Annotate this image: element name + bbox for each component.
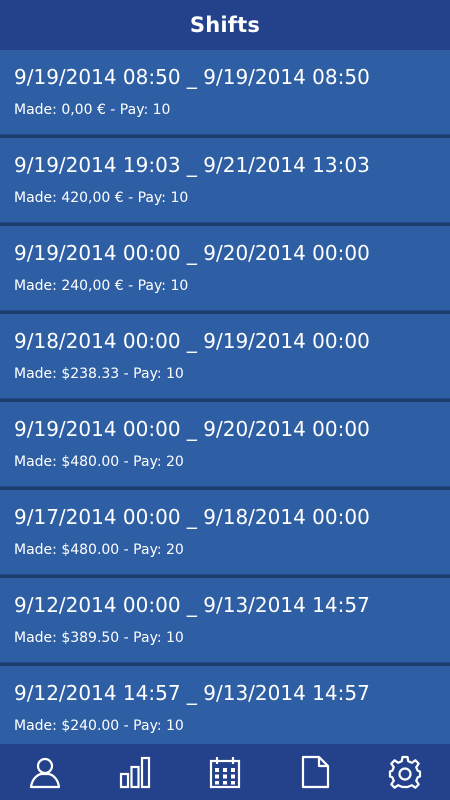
tab-calendar[interactable]: [195, 744, 255, 800]
shift-range: 9/19/2014 19:03 _ 9/21/2014 13:03: [14, 153, 370, 177]
bottom-tab-bar: [0, 744, 450, 800]
list-item[interactable]: 9/18/2014 00:00 _ 9/19/2014 00:00 Made: …: [0, 314, 450, 399]
shift-range: 9/19/2014 08:50 _ 9/19/2014 08:50: [14, 65, 370, 89]
shift-earnings: Made: 420,00 € - Pay: 10: [14, 190, 189, 206]
tab-stats[interactable]: [105, 744, 165, 800]
list-item[interactable]: 9/19/2014 19:03 _ 9/21/2014 13:03 Made: …: [0, 138, 450, 223]
shift-earnings: Made: $480.00 - Pay: 20: [14, 454, 184, 470]
list-item[interactable]: 9/17/2014 00:00 _ 9/18/2014 00:00 Made: …: [0, 490, 450, 575]
app-header: Shifts: [0, 0, 450, 50]
list-item[interactable]: 9/19/2014 00:00 _ 9/20/2014 00:00 Made: …: [0, 402, 450, 487]
shift-earnings: Made: $240.00 - Pay: 10: [14, 718, 184, 734]
shift-range: 9/18/2014 00:00 _ 9/19/2014 00:00: [14, 329, 370, 353]
shift-range: 9/19/2014 00:00 _ 9/20/2014 00:00: [14, 241, 370, 265]
shift-earnings: Made: 240,00 € - Pay: 10: [14, 278, 189, 294]
shift-earnings: Made: $389.50 - Pay: 10: [14, 630, 184, 646]
tab-profile[interactable]: [15, 744, 75, 800]
shift-range: 9/12/2014 14:57 _ 9/13/2014 14:57: [14, 681, 370, 705]
tab-documents[interactable]: [285, 744, 345, 800]
list-item[interactable]: 9/12/2014 14:57 _ 9/13/2014 14:57 Made: …: [0, 666, 450, 744]
bar-chart-icon: [119, 756, 151, 789]
shift-range: 9/19/2014 00:00 _ 9/20/2014 00:00: [14, 417, 370, 441]
shift-range: 9/12/2014 00:00 _ 9/13/2014 14:57: [14, 593, 370, 617]
list-item[interactable]: 9/19/2014 08:50 _ 9/19/2014 08:50 Made: …: [0, 50, 450, 135]
person-icon: [29, 757, 61, 789]
gear-icon: [388, 755, 422, 789]
calendar-icon: [209, 757, 241, 789]
page-title: Shifts: [189, 13, 261, 37]
tab-settings[interactable]: [375, 744, 435, 800]
document-icon: [301, 755, 330, 789]
shift-earnings: Made: $480.00 - Pay: 20: [14, 542, 184, 558]
list-item[interactable]: 9/12/2014 00:00 _ 9/13/2014 14:57 Made: …: [0, 578, 450, 663]
list-item[interactable]: 9/19/2014 00:00 _ 9/20/2014 00:00 Made: …: [0, 226, 450, 311]
shift-earnings: Made: $238.33 - Pay: 10: [14, 366, 184, 382]
shift-range: 9/17/2014 00:00 _ 9/18/2014 00:00: [14, 505, 370, 529]
shift-list[interactable]: 9/19/2014 08:50 _ 9/19/2014 08:50 Made: …: [0, 50, 450, 744]
shift-earnings: Made: 0,00 € - Pay: 10: [14, 102, 171, 118]
